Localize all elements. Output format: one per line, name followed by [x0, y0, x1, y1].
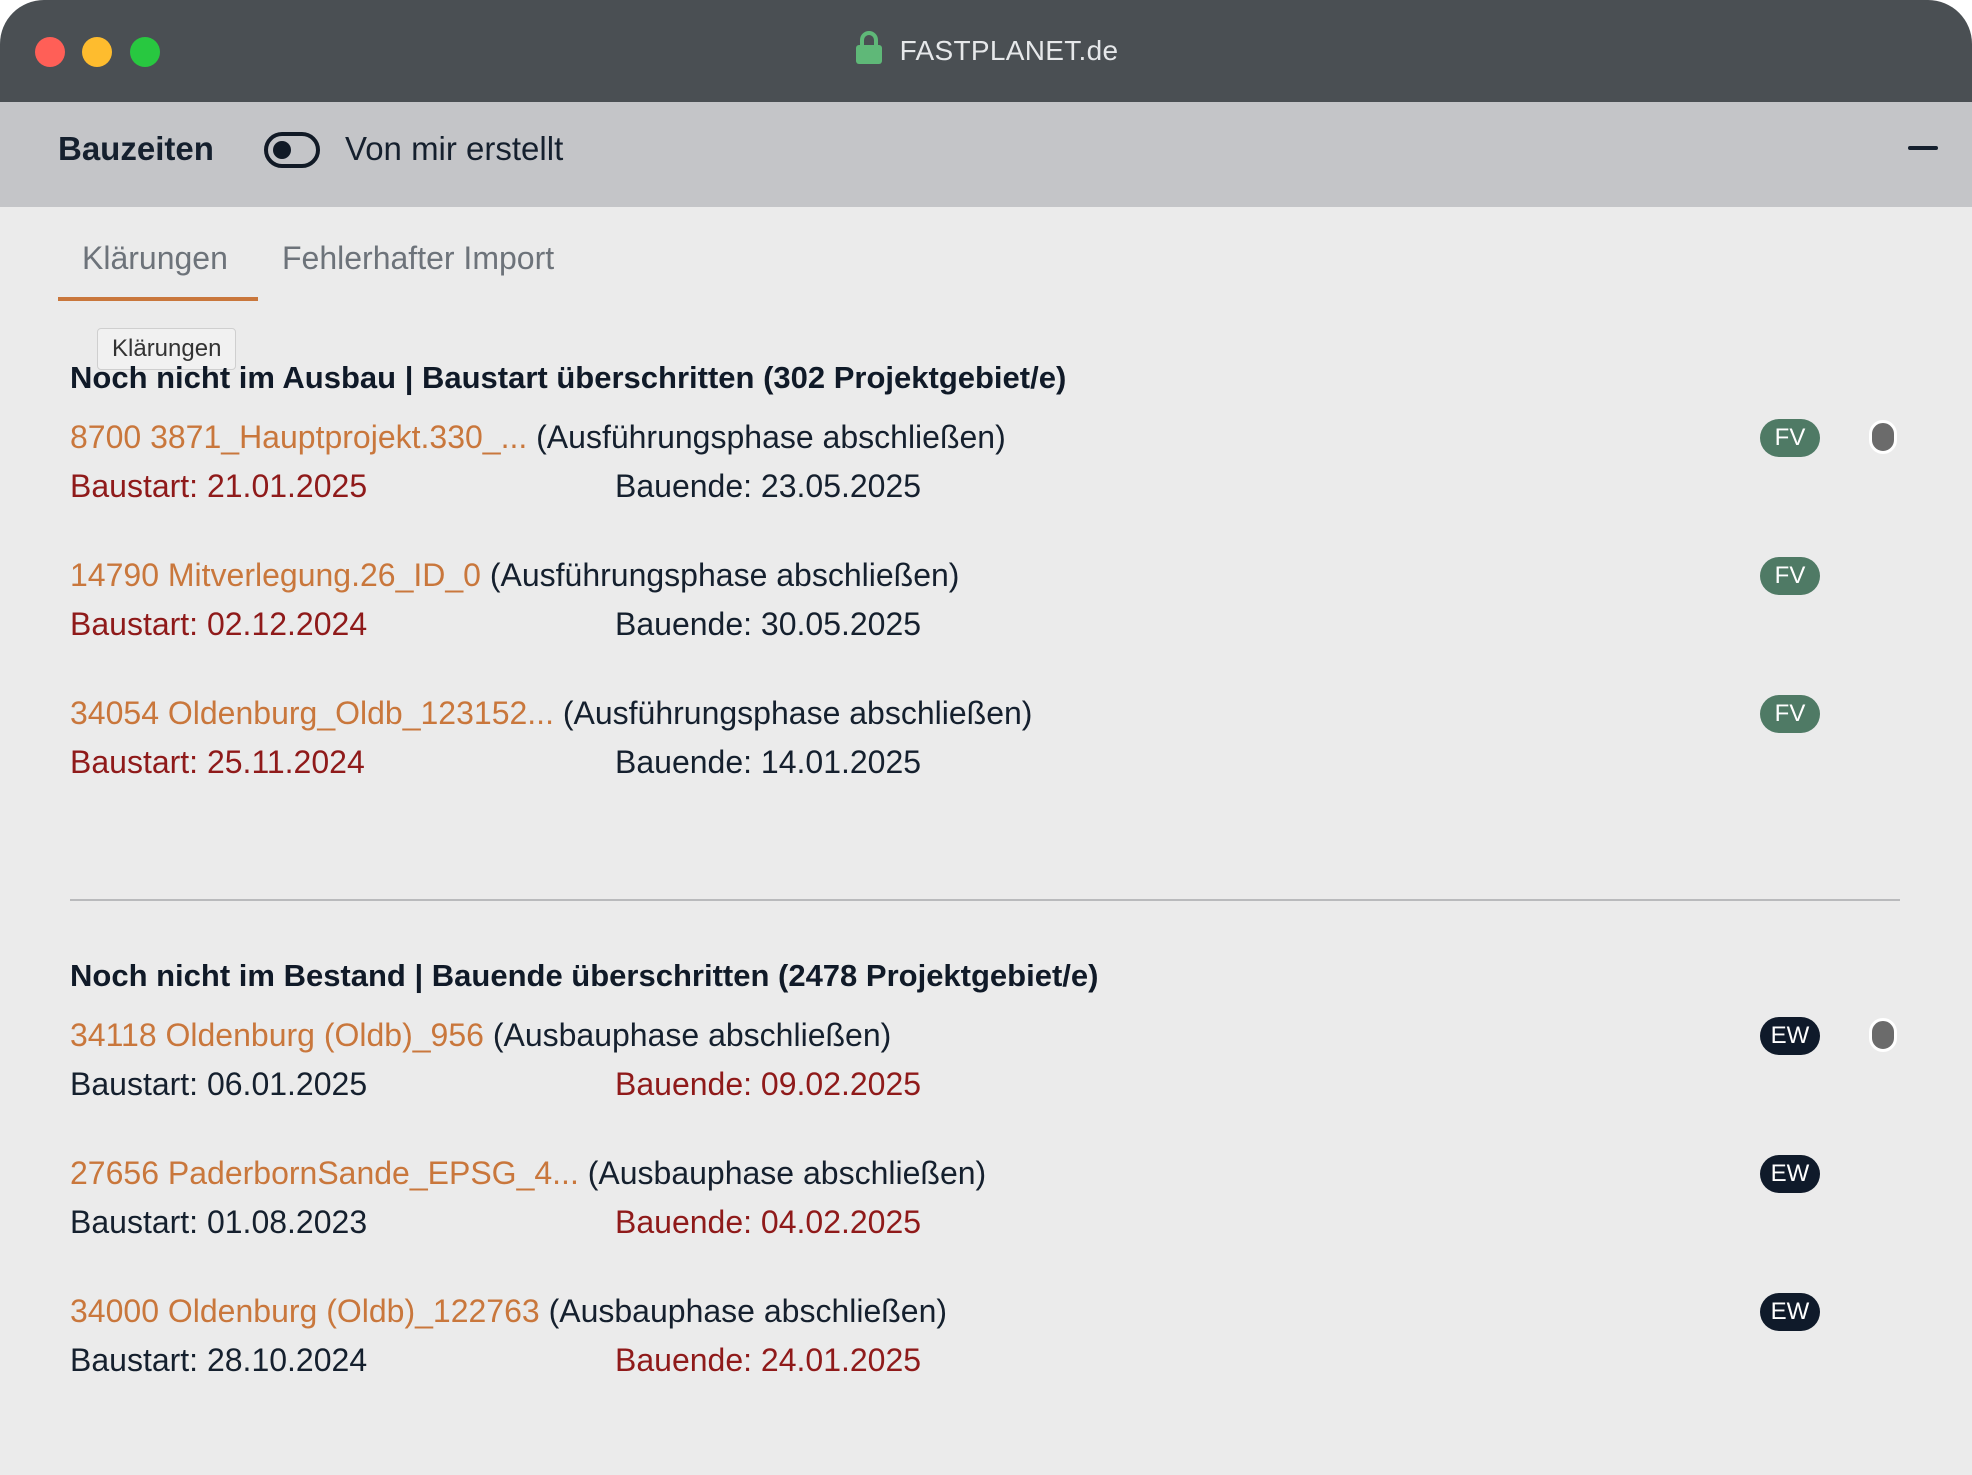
list-item-title: 34000 Oldenburg (Oldb)_122763 (Ausbaupha… — [70, 1293, 947, 1330]
status-badge: EW — [1760, 1155, 1820, 1193]
scrollbar-thumb[interactable] — [1869, 420, 1897, 454]
tab-klaerungen[interactable]: Klärungen — [82, 240, 228, 277]
bauende-date: Bauende: 24.01.2025 — [615, 1342, 922, 1378]
bauende-date: Bauende: 14.01.2025 — [615, 744, 922, 780]
status-badge: EW — [1760, 1293, 1820, 1331]
scrollbar-thumb[interactable] — [1869, 1018, 1897, 1052]
phase-label: (Ausführungsphase abschließen) — [562, 695, 1033, 731]
title-bar: FASTPLANET.de — [0, 0, 1972, 102]
list-item-title: 27656 PaderbornSande_EPSG_4... (Ausbauph… — [70, 1155, 986, 1192]
bauende-date: Bauende: 23.05.2025 — [615, 468, 922, 504]
baustart-date: Baustart: 02.12.2024 — [70, 606, 368, 642]
toggle-knob — [273, 141, 291, 159]
section-title: Noch nicht im Ausbau | Baustart überschr… — [70, 360, 1067, 395]
app-window: FASTPLANET.de Bauzeiten Von mir erstellt… — [0, 0, 1972, 1475]
phase-label: (Ausführungsphase abschließen) — [489, 557, 960, 593]
status-badge: FV — [1760, 695, 1820, 733]
baustart-date: Baustart: 28.10.2024 — [70, 1342, 368, 1378]
list-item-title: 14790 Mitverlegung.26_ID_0 (Ausführungsp… — [70, 557, 959, 594]
section-divider — [70, 899, 1900, 901]
project-link[interactable]: 34000 Oldenburg (Oldb)_122763 — [70, 1293, 540, 1329]
project-link[interactable]: 27656 PaderbornSande_EPSG_4... — [70, 1155, 579, 1191]
baustart-date: Baustart: 21.01.2025 — [70, 468, 368, 504]
window-title: FASTPLANET.de — [899, 35, 1119, 66]
section-title: Noch nicht im Bestand | Bauende überschr… — [70, 958, 1099, 993]
baustart-date: Baustart: 25.11.2024 — [70, 744, 365, 780]
project-link[interactable]: 34118 Oldenburg (Oldb)_956 — [70, 1017, 484, 1053]
phase-label: (Ausbauphase abschließen) — [492, 1017, 892, 1053]
bauende-date: Bauende: 30.05.2025 — [615, 606, 922, 642]
baustart-date: Baustart: 01.08.2023 — [70, 1204, 368, 1240]
project-link[interactable]: 34054 Oldenburg_Oldb_123152... — [70, 695, 554, 731]
phase-label: (Ausbauphase abschließen) — [548, 1293, 948, 1329]
status-badge: FV — [1760, 557, 1820, 595]
phase-label: (Ausführungsphase abschließen) — [536, 419, 1006, 455]
lock-icon — [854, 31, 884, 65]
active-tab-indicator — [58, 297, 258, 301]
project-link[interactable]: 8700 3871_Hauptprojekt.330_... — [70, 419, 527, 455]
bauende-date: Bauende: 04.02.2025 — [615, 1204, 922, 1240]
project-link[interactable]: 14790 Mitverlegung.26_ID_0 — [70, 557, 481, 593]
phase-label: (Ausbauphase abschließen) — [587, 1155, 987, 1191]
panel-title: Bauzeiten — [58, 130, 214, 167]
status-badge: FV — [1760, 419, 1820, 457]
bauende-date: Bauende: 09.02.2025 — [615, 1066, 922, 1102]
list-item-title: 34054 Oldenburg_Oldb_123152... (Ausführu… — [70, 695, 1032, 732]
collapse-panel-icon[interactable] — [1908, 146, 1938, 150]
status-badge: EW — [1760, 1017, 1820, 1055]
tab-fehlerhafter-import[interactable]: Fehlerhafter Import — [282, 240, 554, 277]
baustart-date: Baustart: 06.01.2025 — [70, 1066, 368, 1102]
toggle-label: Von mir erstellt — [345, 130, 564, 167]
created-by-me-toggle[interactable] — [264, 132, 320, 168]
list-item-title: 8700 3871_Hauptprojekt.330_... (Ausführu… — [70, 419, 1006, 456]
list-item-title: 34118 Oldenburg (Oldb)_956 (Ausbauphase … — [70, 1017, 891, 1054]
window-title-area: FASTPLANET.de — [0, 0, 1972, 102]
